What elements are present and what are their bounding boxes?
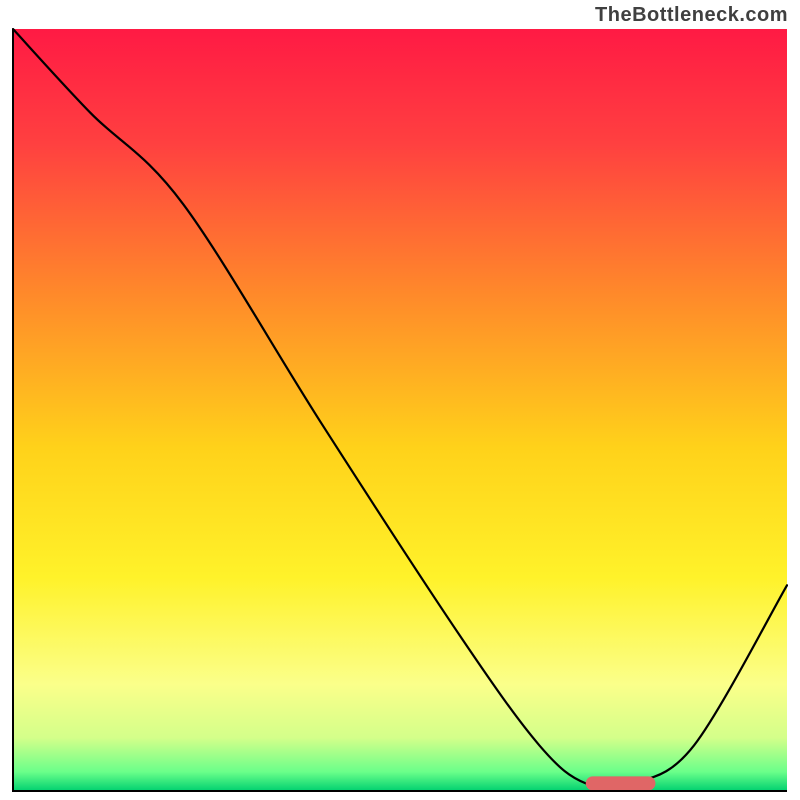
optimal-range-marker: [586, 776, 656, 790]
chart-stage: [12, 28, 788, 792]
chart-svg: [12, 28, 788, 792]
watermark-text: TheBottleneck.com: [595, 4, 788, 27]
gradient-background: [13, 29, 787, 791]
